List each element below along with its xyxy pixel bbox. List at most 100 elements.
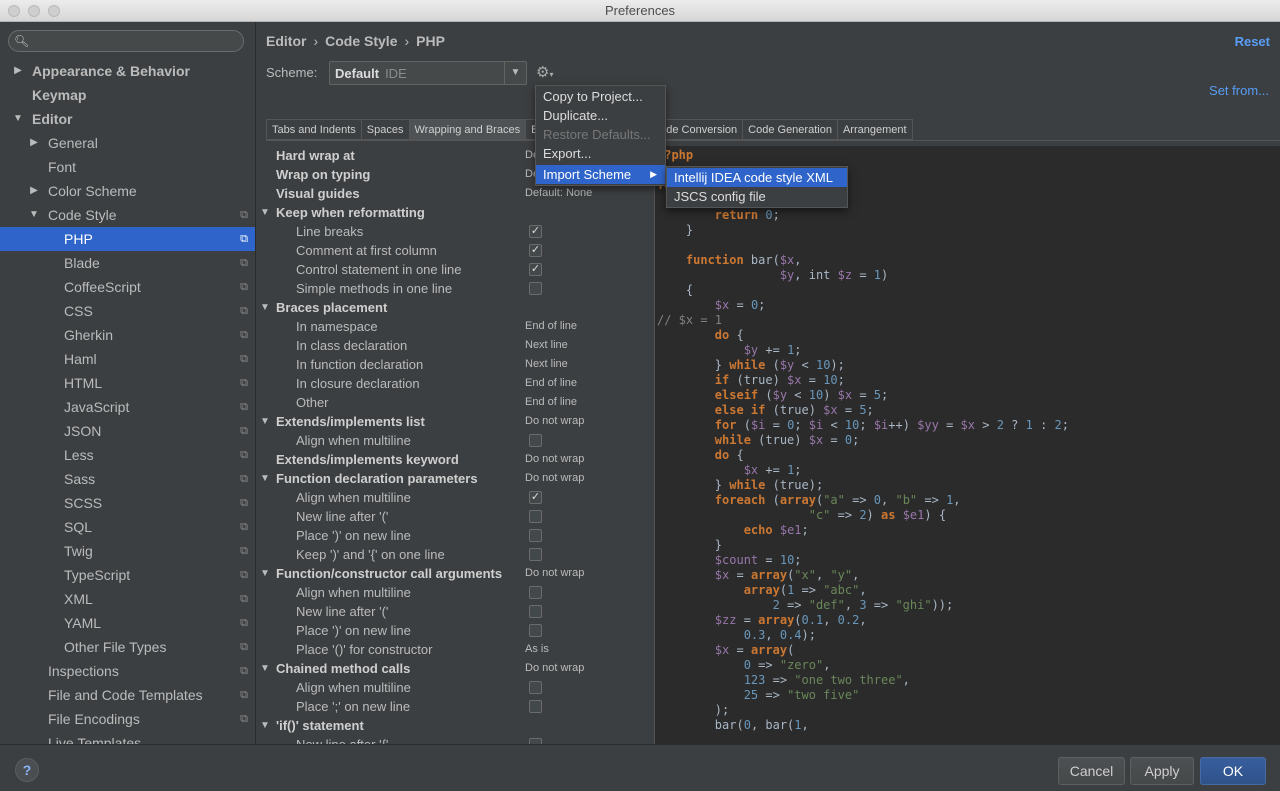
menu-item-duplicate[interactable]: Duplicate... [536,106,665,125]
sidebar-item-font[interactable]: Font [0,155,255,179]
chevron-down-icon[interactable]: ▼ [260,564,270,583]
menu-item-export[interactable]: Export... [536,144,665,163]
menu-item-import-scheme[interactable]: Import Scheme ▶ [536,165,665,184]
option-value[interactable]: End of line [525,317,577,336]
chevron-right-icon[interactable]: ▶ [13,59,23,83]
sidebar-item-inspections[interactable]: Inspections ⧉ [0,659,255,683]
sidebar-item-code-style[interactable]: ▼ Code Style ⧉ [0,203,255,227]
option-checkbox[interactable] [529,282,542,295]
option-checkbox[interactable]: ✓ [529,263,542,276]
option-row-line-breaks[interactable]: Line breaks ✓ [257,222,654,241]
sidebar-item-javascript[interactable]: JavaScript ⧉ [0,395,255,419]
submenu-item-intellij-idea-code-style-xml[interactable]: Intellij IDEA code style XML [667,168,847,187]
apply-button[interactable]: Apply [1130,757,1194,785]
option-row-function-constructor-call-arguments[interactable]: ▼ Function/constructor call arguments Do n… [257,564,654,583]
option-value[interactable]: End of line [525,374,577,393]
option-checkbox[interactable] [529,510,542,523]
scheme-select[interactable]: Default IDE ▼ [329,61,527,85]
chevron-right-icon[interactable]: ▶ [29,179,39,203]
chevron-down-icon[interactable]: ▼ [260,716,270,735]
minimize-window-button[interactable] [28,5,40,17]
sidebar-item-other-file-types[interactable]: Other File Types ⧉ [0,635,255,659]
option-checkbox[interactable]: ✓ [529,244,542,257]
option-checkbox[interactable] [529,681,542,694]
option-row-braces-placement[interactable]: ▼ Braces placement [257,298,654,317]
option-row-extends-implements-list[interactable]: ▼ Extends/implements list Do not wrap [257,412,654,431]
option-value[interactable]: Do not wrap [525,450,584,469]
ok-button[interactable]: OK [1200,757,1266,785]
chevron-down-icon[interactable]: ▼ [260,469,270,488]
sidebar-item-gherkin[interactable]: Gherkin ⧉ [0,323,255,347]
chevron-down-icon[interactable]: ▼ [260,659,270,678]
option-row-in-namespace[interactable]: In namespace End of line [257,317,654,336]
sidebar-item-color-scheme[interactable]: ▶ Color Scheme [0,179,255,203]
option-value[interactable]: End of line [525,393,577,412]
option-checkbox[interactable] [529,700,542,713]
sidebar-item-coffeescript[interactable]: CoffeeScript ⧉ [0,275,255,299]
option-row-if-statement[interactable]: ▼ 'if()' statement [257,716,654,735]
sidebar-item-general[interactable]: ▶ General [0,131,255,155]
option-row-align-when-multiline[interactable]: Align when multiline ✓ [257,488,654,507]
sidebar-item-scss[interactable]: SCSS ⧉ [0,491,255,515]
chevron-down-icon[interactable]: ▼ [260,203,270,222]
option-value[interactable]: Next line [525,355,568,374]
option-row-place-for-constructor[interactable]: Place '()' for constructor As is [257,640,654,659]
option-row-keep-and-on-one-line[interactable]: Keep ')' and '{' on one line [257,545,654,564]
sidebar-item-php[interactable]: PHP ⧉ [0,227,255,251]
chevron-down-icon[interactable]: ▼ [260,412,270,431]
sidebar-item-editor[interactable]: ▼ Editor [0,107,255,131]
option-row-in-closure-declaration[interactable]: In closure declaration End of line [257,374,654,393]
menu-item-copy-to-project[interactable]: Copy to Project... [536,87,665,106]
sidebar-item-file-encodings[interactable]: File Encodings ⧉ [0,707,255,731]
submenu-item-jscs-config-file[interactable]: JSCS config file [667,187,847,206]
option-row-place-on-new-line[interactable]: Place ')' on new line [257,621,654,640]
tab-tabs-and-indents[interactable]: Tabs and Indents [266,119,362,140]
option-checkbox[interactable] [529,529,542,542]
option-row-new-line-after[interactable]: New line after '{' [257,735,654,744]
option-value[interactable]: Do not wrap [525,564,584,583]
tab-code-generation[interactable]: Code Generation [742,119,838,140]
sidebar-item-less[interactable]: Less ⧉ [0,443,255,467]
sidebar-item-html[interactable]: HTML ⧉ [0,371,255,395]
option-row-new-line-after[interactable]: New line after '(' [257,507,654,526]
sidebar-item-haml[interactable]: Haml ⧉ [0,347,255,371]
option-row-keep-when-reformatting[interactable]: ▼ Keep when reformatting [257,203,654,222]
option-value[interactable]: Do not wrap [525,659,584,678]
sidebar-item-live-templates[interactable]: Live Templates [0,731,255,744]
option-row-place-on-new-line[interactable]: Place ')' on new line [257,526,654,545]
option-row-extends-implements-keyword[interactable]: Extends/implements keyword Do not wrap [257,450,654,469]
zoom-window-button[interactable] [48,5,60,17]
chevron-right-icon[interactable]: ▶ [29,131,39,155]
help-button[interactable]: ? [15,758,39,782]
close-window-button[interactable] [8,5,20,17]
option-value[interactable]: Default: None [525,184,592,203]
option-row-control-statement-in-one-line[interactable]: Control statement in one line ✓ [257,260,654,279]
sidebar-item-keymap[interactable]: Keymap [0,83,255,107]
search-input[interactable]: 🔍︎ [8,30,244,52]
sidebar-item-appearance-behavior[interactable]: ▶ Appearance & Behavior [0,59,255,83]
option-row-place-on-new-line[interactable]: Place ';' on new line [257,697,654,716]
option-row-chained-method-calls[interactable]: ▼ Chained method calls Do not wrap [257,659,654,678]
chevron-down-icon[interactable]: ▼ [260,298,270,317]
cancel-button[interactable]: Cancel [1058,757,1125,785]
option-row-new-line-after[interactable]: New line after '(' [257,602,654,621]
option-checkbox[interactable]: ✓ [529,225,542,238]
option-checkbox[interactable] [529,434,542,447]
option-row-align-when-multiline[interactable]: Align when multiline [257,583,654,602]
sidebar-item-xml[interactable]: XML ⧉ [0,587,255,611]
chevron-down-icon[interactable]: ▼ [29,203,39,227]
sidebar-item-blade[interactable]: Blade ⧉ [0,251,255,275]
tab-spaces[interactable]: Spaces [360,119,410,140]
set-from-link[interactable]: Set from... [1209,83,1269,98]
sidebar-item-sass[interactable]: Sass ⧉ [0,467,255,491]
reset-link[interactable]: Reset [1235,34,1270,49]
tab-wrapping-and-braces[interactable]: Wrapping and Braces [408,119,527,140]
sidebar-item-css[interactable]: CSS ⧉ [0,299,255,323]
option-checkbox[interactable] [529,586,542,599]
sidebar-item-typescript[interactable]: TypeScript ⧉ [0,563,255,587]
option-value[interactable]: Next line [525,336,568,355]
option-row-visual-guides[interactable]: Visual guides Default: None [257,184,654,203]
gear-icon[interactable]: ⚙▾ [536,63,553,81]
option-checkbox[interactable] [529,624,542,637]
option-value[interactable]: As is [525,640,549,659]
